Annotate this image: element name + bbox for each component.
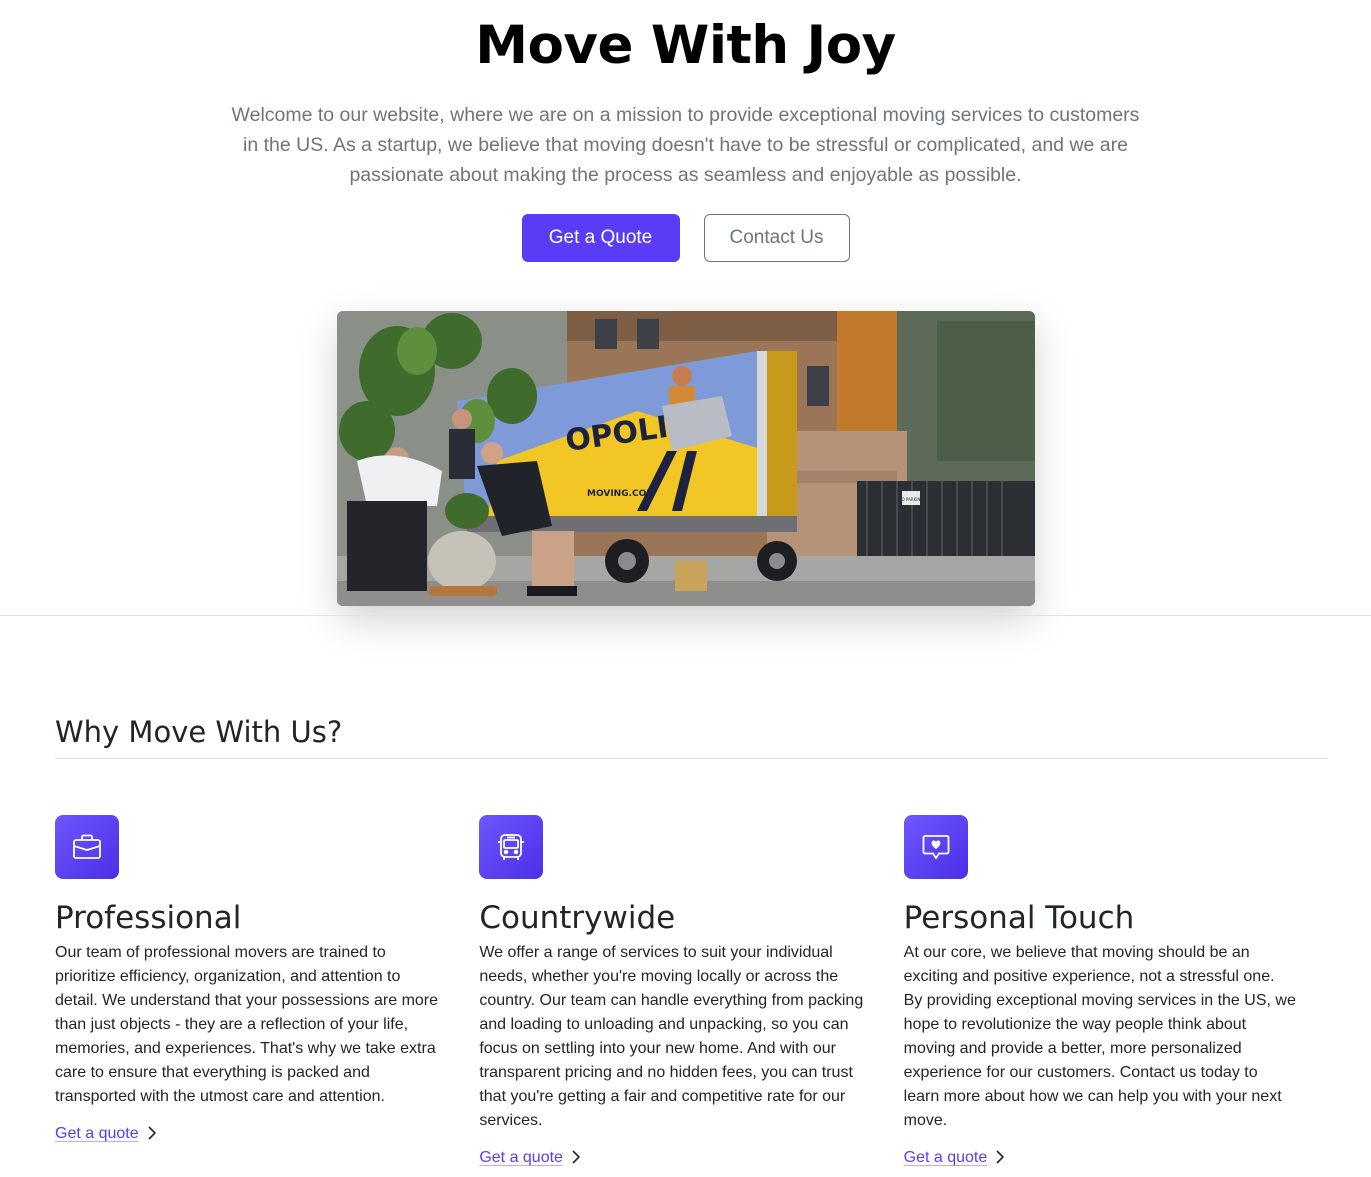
hero-lead: Welcome to our website, where we are on … — [231, 104, 1140, 186]
hero-image: NO PARKING OPOLIS MOVING.COM — [336, 311, 1035, 606]
get-a-quote-link[interactable]: Get a quote — [479, 1149, 581, 1167]
feature-title: Personal Touch — [903, 900, 1135, 936]
get-a-quote-link[interactable]: Get a quote — [904, 1149, 1006, 1167]
feature-card-countrywide: Countrywide We offer a range of services… — [479, 815, 903, 1167]
hero-title: Move With Joy — [475, 15, 896, 76]
features-heading: Why Move With Us? — [55, 700, 1328, 759]
features-row: Professional Our team of professional mo… — [55, 815, 1328, 1167]
feature-title: Professional — [55, 900, 242, 936]
bus-icon — [479, 815, 544, 879]
contact-us-button[interactable]: Contact Us — [703, 214, 850, 262]
get-a-quote-button[interactable]: Get a Quote — [521, 214, 680, 262]
link-label: Get a quote — [55, 1125, 139, 1142]
feature-card-personal-touch: Personal Touch At our core, we believe t… — [903, 815, 1328, 1167]
moving-scene-illustration: NO PARKING OPOLIS MOVING.COM — [336, 311, 1035, 606]
chevron-right-icon — [571, 1149, 581, 1167]
hero-section: Move With Joy Welcome to our website, wh… — [0, 0, 1371, 606]
feature-text: At our core, we believe that moving shou… — [903, 944, 1296, 1129]
link-label: Get a quote — [903, 1149, 988, 1166]
link-label: Get a quote — [479, 1149, 563, 1166]
feature-title: Countrywide — [479, 900, 676, 936]
no-parking-sign: NO PARKING — [898, 497, 923, 502]
feature-text: We offer a range of services to suit you… — [479, 944, 864, 1129]
briefcase-icon — [55, 815, 119, 879]
feature-text: Our team of professional movers are trai… — [55, 944, 439, 1105]
section-divider — [0, 615, 1371, 616]
feature-card-professional: Professional Our team of professional mo… — [55, 815, 479, 1167]
chat-heart-icon — [903, 815, 968, 879]
chevron-right-icon — [147, 1125, 157, 1143]
hero-buttons: Get a Quote Contact Us — [0, 214, 1371, 262]
chevron-right-icon — [995, 1149, 1005, 1167]
get-a-quote-link[interactable]: Get a quote — [55, 1125, 157, 1143]
features-section: Why Move With Us? Professional Our team … — [55, 700, 1328, 1167]
